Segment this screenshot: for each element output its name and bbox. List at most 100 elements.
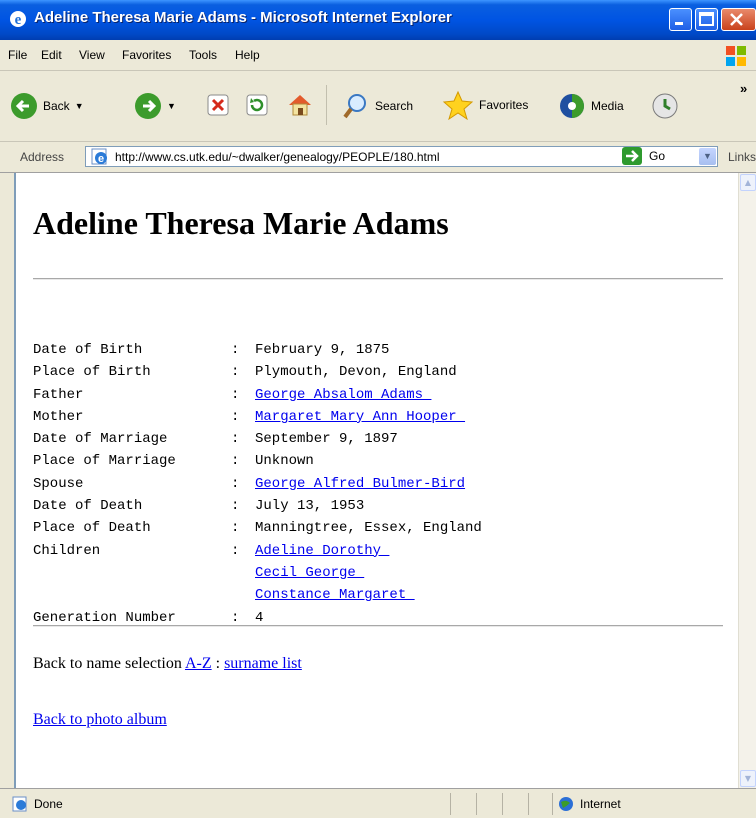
menu-edit[interactable]: Edit bbox=[41, 48, 62, 62]
back-to-photo-album-link[interactable]: Back to photo album bbox=[33, 711, 167, 728]
forward-button[interactable]: ▼ bbox=[134, 92, 176, 120]
favorites-button[interactable]: Favorites bbox=[442, 90, 528, 120]
close-button[interactable] bbox=[721, 8, 756, 31]
fact-row: Place of Death: Manningtree, Essex, Engla… bbox=[33, 517, 482, 539]
fact-colon: : bbox=[231, 542, 240, 559]
status-separator bbox=[476, 793, 477, 815]
scroll-up-icon[interactable]: ▲ bbox=[740, 174, 756, 191]
menu-help[interactable]: Help bbox=[235, 48, 260, 62]
menu-file[interactable]: File bbox=[8, 48, 27, 62]
status-separator bbox=[502, 793, 503, 815]
home-icon[interactable] bbox=[286, 91, 314, 119]
status-done: Done bbox=[12, 796, 63, 812]
fact-value: Manningtree, Essex, England bbox=[255, 520, 482, 537]
svg-text:e: e bbox=[15, 12, 22, 28]
fact-person-link[interactable]: George Absalom Adams bbox=[255, 387, 431, 403]
page-icon: e bbox=[91, 148, 107, 165]
fact-label: Spouse bbox=[33, 475, 84, 492]
windows-flag-icon bbox=[726, 46, 746, 66]
fact-colon: : bbox=[231, 342, 240, 358]
fact-label: Date of Death bbox=[33, 498, 143, 515]
go-button[interactable]: Go bbox=[621, 146, 665, 166]
address-url: http://www.cs.utk.edu/~dwalker/genealogy… bbox=[115, 150, 440, 164]
surname-list-link[interactable]: surname list bbox=[224, 655, 302, 672]
fact-label: Place of Birth bbox=[33, 364, 151, 381]
media-label: Media bbox=[591, 99, 624, 113]
stop-icon[interactable] bbox=[206, 93, 230, 117]
fact-colon: : bbox=[231, 364, 240, 381]
vertical-scrollbar[interactable]: ▲ ▼ bbox=[738, 173, 756, 788]
fact-row: Mother: Margaret Mary Ann Hooper bbox=[33, 406, 482, 428]
title-bar: e Adeline Theresa Marie Adams - Microsof… bbox=[0, 0, 756, 40]
fact-row: Constance Margaret bbox=[33, 584, 482, 606]
forward-arrow-icon bbox=[135, 93, 161, 119]
address-label: Address bbox=[20, 150, 65, 164]
links-label[interactable]: Links bbox=[728, 150, 756, 164]
search-label: Search bbox=[375, 99, 414, 113]
menu-view[interactable]: View bbox=[79, 48, 105, 62]
fact-person-link[interactable]: Cecil George bbox=[255, 565, 364, 581]
page-viewport: Adeline Theresa Marie Adams Date of Birt… bbox=[14, 173, 738, 788]
fact-colon: : bbox=[231, 498, 240, 515]
star-icon bbox=[442, 90, 474, 120]
fact-colon: : bbox=[231, 431, 240, 448]
status-text: Done bbox=[34, 797, 63, 811]
fact-person-link[interactable]: George Alfred Bulmer-Bird bbox=[255, 476, 465, 492]
zone-label: Internet bbox=[580, 797, 621, 811]
forward-dropdown-icon[interactable]: ▼ bbox=[167, 101, 176, 111]
back-to-name-selection-text: Back to name selection bbox=[33, 655, 182, 672]
history-icon[interactable] bbox=[650, 91, 680, 121]
toolbar-overflow-icon[interactable]: » bbox=[740, 81, 747, 96]
security-zone: Internet bbox=[558, 796, 621, 812]
back-dropdown-icon[interactable]: ▼ bbox=[75, 101, 84, 111]
fact-value: 4 bbox=[255, 609, 264, 626]
fact-row: Date of Marriage: September 9, 1897 bbox=[33, 428, 482, 450]
standard-toolbar: Back ▼ ▼ Search Favorites Media » bbox=[0, 71, 756, 142]
status-separator bbox=[450, 793, 451, 815]
status-separator bbox=[552, 793, 553, 815]
search-button[interactable]: Search bbox=[342, 92, 413, 120]
photo-album-nav: Back to photo album bbox=[33, 711, 167, 729]
fact-colon: : bbox=[231, 520, 240, 537]
fact-colon: : bbox=[231, 408, 240, 425]
close-icon bbox=[730, 13, 743, 26]
back-button[interactable]: Back ▼ bbox=[10, 92, 84, 120]
menu-bar: File Edit View Favorites Tools Help bbox=[0, 40, 756, 71]
address-bar: Address e http://www.cs.utk.edu/~dwalker… bbox=[0, 142, 756, 173]
back-arrow-icon bbox=[11, 93, 37, 119]
page-done-icon bbox=[12, 796, 27, 812]
window-title: Adeline Theresa Marie Adams - Microsoft … bbox=[34, 9, 452, 26]
fact-person-link[interactable]: Adeline Dorothy bbox=[255, 543, 389, 559]
scroll-down-icon[interactable]: ▼ bbox=[740, 770, 756, 787]
menu-tools[interactable]: Tools bbox=[189, 48, 217, 62]
person-facts: Date of Birth: February 9, 1875 Place of B… bbox=[33, 339, 482, 629]
fact-value: July 13, 1953 bbox=[255, 498, 365, 515]
maximize-button[interactable] bbox=[695, 8, 718, 31]
name-selection-nav: Back to name selection A-Z : surname lis… bbox=[33, 655, 302, 673]
fact-label: Place of Marriage bbox=[33, 453, 176, 470]
media-button[interactable]: Media bbox=[558, 92, 624, 120]
browser-window: e Adeline Theresa Marie Adams - Microsof… bbox=[0, 0, 756, 818]
fact-value: September 9, 1897 bbox=[255, 431, 398, 448]
address-dropdown-icon[interactable]: ▼ bbox=[699, 148, 716, 165]
az-link[interactable]: A-Z bbox=[185, 655, 212, 672]
colon-separator: : bbox=[211, 655, 225, 672]
go-arrow-icon bbox=[622, 147, 642, 165]
refresh-icon[interactable] bbox=[245, 93, 269, 117]
minimize-button[interactable] bbox=[669, 8, 692, 31]
globe-icon bbox=[559, 797, 573, 811]
menu-favorites[interactable]: Favorites bbox=[122, 48, 171, 62]
fact-row: Place of Birth: Plymouth, Devon, England bbox=[33, 361, 482, 383]
maximize-icon bbox=[699, 12, 714, 26]
fact-person-link[interactable]: Margaret Mary Ann Hooper bbox=[255, 409, 465, 425]
magnifier-icon bbox=[343, 94, 366, 119]
fact-row: Father: George Absalom Adams bbox=[33, 384, 482, 406]
fact-colon: : bbox=[231, 386, 240, 403]
back-label: Back bbox=[43, 99, 70, 113]
media-icon bbox=[560, 94, 584, 118]
status-bar: Done Internet bbox=[0, 788, 756, 818]
bottom-divider bbox=[33, 625, 723, 627]
fact-row: Spouse: George Alfred Bulmer-Bird bbox=[33, 473, 482, 495]
toolbar-separator bbox=[326, 85, 327, 125]
fact-person-link[interactable]: Constance Margaret bbox=[255, 587, 415, 603]
